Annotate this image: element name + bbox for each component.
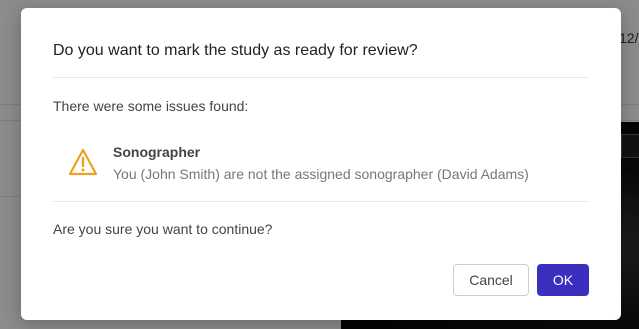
- confirm-question: Are you sure you want to continue?: [53, 221, 273, 237]
- dialog-divider: [53, 201, 589, 202]
- issue-title: Sonographer: [113, 144, 201, 160]
- dialog-divider: [53, 77, 589, 78]
- ok-button[interactable]: OK: [537, 264, 589, 296]
- issues-heading: There were some issues found:: [53, 98, 249, 114]
- confirm-dialog: Do you want to mark the study as ready f…: [21, 8, 621, 320]
- warning-triangle-icon: [68, 148, 98, 176]
- cancel-button[interactable]: Cancel: [453, 264, 529, 296]
- issue-description: You (John Smith) are not the assigned so…: [113, 166, 529, 182]
- dialog-title: Do you want to mark the study as ready f…: [53, 42, 418, 59]
